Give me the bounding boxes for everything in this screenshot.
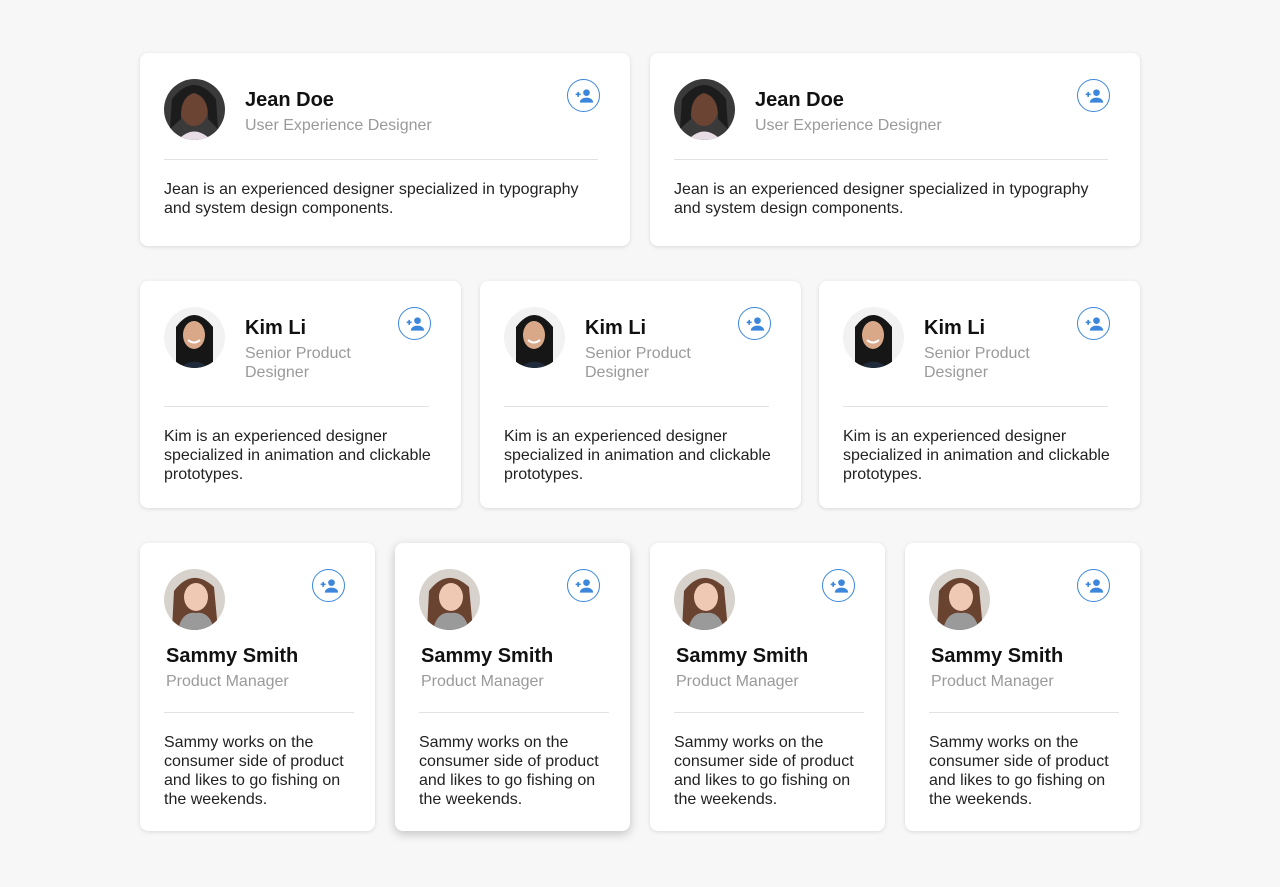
profile-role: Product Manager <box>931 673 1054 690</box>
person-add-icon <box>830 578 848 593</box>
avatar <box>674 79 735 140</box>
profile-role: User Experience Designer <box>755 117 942 134</box>
profile-bio: Kim is an experienced designer specializ… <box>843 428 1110 483</box>
profile-card-grid: Jean Doe User Experience Designer Jean i… <box>0 0 1280 887</box>
profile-card: Sammy Smith Product Manager Sammy works … <box>650 543 885 831</box>
add-contact-button[interactable] <box>822 569 855 602</box>
profile-role: Senior Product Designer <box>924 345 1030 381</box>
avatar <box>929 569 990 630</box>
profile-name: Sammy Smith <box>421 645 554 667</box>
profile-card: Jean Doe User Experience Designer Jean i… <box>650 53 1140 246</box>
profile-role: Product Manager <box>421 673 544 690</box>
add-contact-button[interactable] <box>398 307 431 340</box>
avatar <box>164 79 225 140</box>
divider <box>164 712 354 713</box>
person-add-icon <box>320 578 338 593</box>
profile-card: Kim Li Senior Product Designer Kim is an… <box>480 281 801 508</box>
profile-role: Senior Product Designer <box>245 345 351 381</box>
add-contact-button[interactable] <box>312 569 345 602</box>
profile-card: Sammy Smith Product Manager Sammy works … <box>905 543 1140 831</box>
avatar <box>843 307 904 368</box>
profile-bio: Sammy works on the consumer side of prod… <box>929 734 1109 808</box>
profile-name: Sammy Smith <box>166 645 299 667</box>
person-add-icon <box>575 578 593 593</box>
divider <box>843 406 1108 407</box>
person-add-icon <box>746 316 764 331</box>
divider <box>504 406 769 407</box>
person-add-icon <box>1085 88 1103 103</box>
avatar <box>164 569 225 630</box>
add-contact-button[interactable] <box>738 307 771 340</box>
profile-role: Product Manager <box>676 673 799 690</box>
profile-role: Product Manager <box>166 673 289 690</box>
avatar <box>504 307 565 368</box>
profile-name: Kim Li <box>245 317 307 339</box>
profile-card: Kim Li Senior Product Designer Kim is an… <box>819 281 1140 508</box>
profile-bio: Jean is an experienced designer speciali… <box>674 181 1089 217</box>
profile-bio: Jean is an experienced designer speciali… <box>164 181 579 217</box>
profile-name: Sammy Smith <box>676 645 809 667</box>
add-contact-button[interactable] <box>567 569 600 602</box>
divider <box>674 712 864 713</box>
profile-bio: Sammy works on the consumer side of prod… <box>674 734 854 808</box>
add-contact-button[interactable] <box>1077 569 1110 602</box>
profile-name: Jean Doe <box>245 89 334 111</box>
profile-name: Jean Doe <box>755 89 844 111</box>
add-contact-button[interactable] <box>1077 307 1110 340</box>
person-add-icon <box>1085 578 1103 593</box>
avatar <box>419 569 480 630</box>
add-contact-button[interactable] <box>1077 79 1110 112</box>
profile-name: Kim Li <box>585 317 647 339</box>
add-contact-button[interactable] <box>567 79 600 112</box>
profile-card: Kim Li Senior Product Designer Kim is an… <box>140 281 461 508</box>
profile-bio: Sammy works on the consumer side of prod… <box>419 734 599 808</box>
person-add-icon <box>575 88 593 103</box>
profile-card: Sammy Smith Product Manager Sammy works … <box>140 543 375 831</box>
profile-card: Sammy Smith Product Manager Sammy works … <box>395 543 630 831</box>
divider <box>929 712 1119 713</box>
divider <box>164 406 429 407</box>
avatar <box>164 307 225 368</box>
divider <box>419 712 609 713</box>
profile-card: Jean Doe User Experience Designer Jean i… <box>140 53 630 246</box>
person-add-icon <box>406 316 424 331</box>
divider <box>164 159 598 160</box>
profile-role: User Experience Designer <box>245 117 432 134</box>
profile-bio: Kim is an experienced designer specializ… <box>164 428 431 483</box>
divider <box>674 159 1108 160</box>
profile-bio: Sammy works on the consumer side of prod… <box>164 734 344 808</box>
profile-role: Senior Product Designer <box>585 345 691 381</box>
avatar <box>674 569 735 630</box>
profile-name: Kim Li <box>924 317 986 339</box>
profile-name: Sammy Smith <box>931 645 1064 667</box>
profile-bio: Kim is an experienced designer specializ… <box>504 428 771 483</box>
person-add-icon <box>1085 316 1103 331</box>
